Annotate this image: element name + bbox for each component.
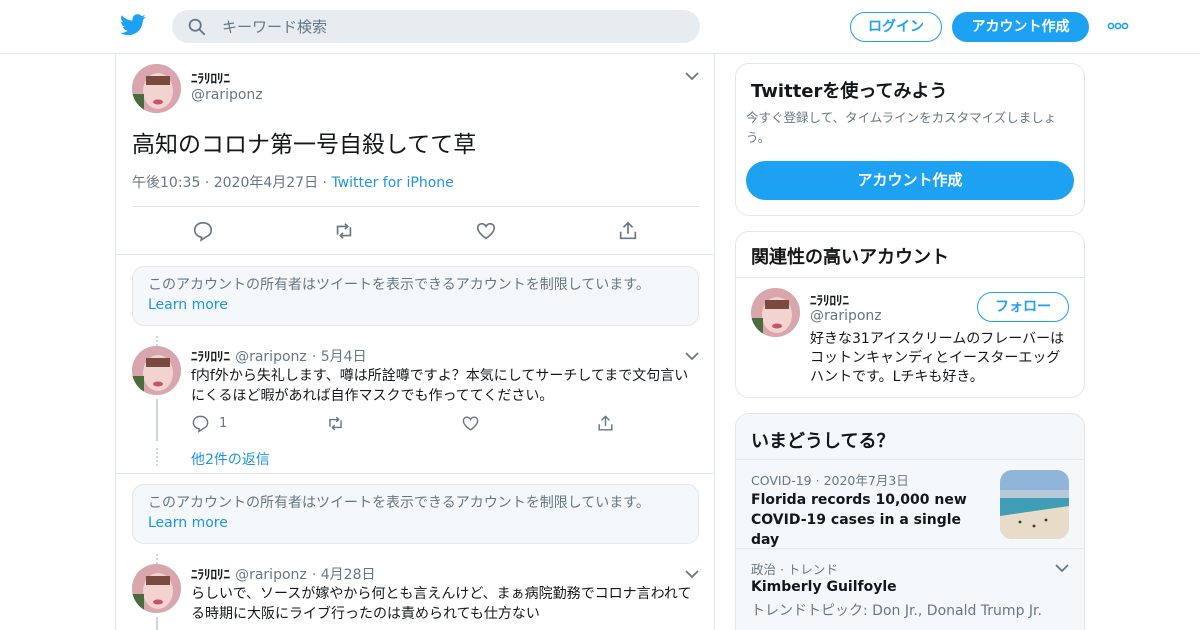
divider [132,206,700,207]
divider [736,277,1084,278]
divider [116,254,714,255]
reply-header: ﾆﾗﾘﾛﾘﾆ @rariponz · 5月4日 [191,349,367,365]
user-handle[interactable]: @rariponz [235,567,307,583]
reply-text: らしいで、ソースが嫁やから何とも言えんけど、まぁ病院勤務でコロナ言われてる時期に… [191,586,692,622]
chevron-down-icon[interactable] [684,351,700,361]
trend-category: COVID-19 [751,473,812,488]
reply-icon[interactable] [192,220,214,242]
tweet-date[interactable]: 2020年4月27日 [214,175,318,191]
tweet-time[interactable]: 午後10:35 [132,175,200,191]
chevron-down-icon[interactable] [1054,563,1070,573]
avatar[interactable] [751,288,800,337]
thread-line [156,617,158,630]
signup-card: Twitterを使ってみよう 今すぐ登録して、タイムラインをカスタマイズしましょ… [735,63,1085,216]
like-icon[interactable] [475,220,497,242]
thread-line [156,399,158,441]
learn-more-link[interactable]: Learn more [148,515,228,531]
more-replies-link[interactable]: 他2件の返信 [191,449,270,469]
divider [116,473,714,474]
share-icon[interactable] [596,414,615,433]
follow-button[interactable]: フォロー [977,292,1069,322]
chevron-down-icon[interactable] [684,569,700,579]
restricted-notice: このアカウントの所有者はツイートを表示できるアカウントを制限しています。 Lear… [132,484,699,544]
retweet-icon[interactable] [326,414,345,433]
related-accounts-card: 関連性の高いアカウント ﾆﾗﾘﾛﾘﾆ @rariponz フォロー 好きな31ア… [735,231,1085,398]
trend-topics: トレンドトピック: Don Jr., Donald Trump Jr. [751,603,1042,619]
display-name[interactable]: ﾆﾗﾘﾛﾘﾆ [191,350,230,365]
signup-card-button[interactable]: アカウント作成 [746,161,1074,200]
tweet-source[interactable]: Twitter for iPhone [331,175,453,191]
trend-context: COVID-19 · 2020年7月3日 [751,473,909,488]
avatar-photo [132,564,181,613]
trend-item[interactable]: COVID-19 · 2020年7月3日 Florida records 10,… [736,460,1084,548]
reply-count: 1 [219,416,228,431]
thread-connector [156,554,158,564]
display-name[interactable]: ﾆﾗﾘﾛﾘﾆ [191,568,230,583]
trend-item[interactable]: 政治 · トレンド Kimberly Guilfoyle トレンドトピック: D… [736,549,1084,629]
reply-date[interactable]: 4月28日 [321,567,376,583]
login-button[interactable]: ログイン [850,12,942,42]
display-name[interactable]: ﾆﾗﾘﾛﾘﾆ [810,290,849,309]
chevron-down-icon[interactable] [684,71,700,81]
twitter-bird-icon[interactable] [120,14,146,36]
search-icon [188,18,206,36]
search-box[interactable] [172,10,700,43]
avatar[interactable] [132,346,181,395]
tweet-meta: 午後10:35 · 2020年4月27日 · Twitter for iPhon… [132,175,454,191]
display-name[interactable]: ﾆﾗﾘﾛﾘﾆ [191,68,230,87]
notice-text: このアカウントの所有者はツイートを表示できるアカウントを制限しています。 [148,495,650,511]
like-icon[interactable] [461,414,480,433]
signup-card-description: 今すぐ登録して、タイムラインをカスタマイズしましょう。 [746,110,1057,145]
trend-context: 政治 · トレンド [751,562,838,577]
notice-text: このアカウントの所有者はツイートを表示できるアカウントを制限しています。 [148,277,650,293]
user-handle[interactable]: @rariponz [810,308,882,324]
avatar[interactable] [132,564,181,613]
restricted-notice: このアカウントの所有者はツイートを表示できるアカウントを制限しています。 Lear… [132,266,699,326]
signup-button[interactable]: アカウント作成 [952,12,1089,42]
share-icon[interactable] [617,220,639,242]
tweet-text: 高知のコロナ第一号自殺してて草 [132,132,477,158]
avatar-photo [132,64,181,113]
top-navigation-bar: ログイン アカウント作成 [0,0,1200,54]
signup-card-title: Twitterを使ってみよう [751,81,948,102]
avatar-photo [132,346,181,395]
trend-headline: Florida records 10,000 new COVID-19 case… [751,492,967,548]
trend-headline: Kimberly Guilfoyle [751,579,897,595]
reply-date[interactable]: 5月4日 [321,349,367,365]
trends-card-title: いまどうしてる？ [751,431,895,452]
reply-icon[interactable] [191,414,210,433]
user-handle[interactable]: @rariponz [235,349,307,365]
thread-connector [156,448,158,466]
user-handle[interactable]: @rariponz [191,87,263,103]
trends-card: いまどうしてる？ COVID-19 · 2020年7月3日 Florida re… [735,413,1085,630]
account-bio: 好きな31アイスクリームのフレーバーはコットンキャンディとイースターエッグハント… [810,331,1065,385]
reply-text: f内f外から失礼します、噂は所詮噂ですよ？本気にしてサーチしてまで文句言いにくる… [191,368,689,404]
retweet-icon[interactable] [333,220,355,242]
timeline-column: ﾆﾗﾘﾛﾘﾆ @rariponz 高知のコロナ第一号自殺してて草 午後10:35… [115,54,715,630]
avatar[interactable] [132,64,181,113]
trend-date: 2020年7月3日 [823,473,909,488]
trend-thumbnail [1000,470,1069,539]
learn-more-link[interactable]: Learn more [148,297,228,313]
related-card-title: 関連性の高いアカウント [751,247,949,268]
avatar-photo [751,288,800,337]
search-input[interactable] [222,10,682,43]
reply-header: ﾆﾗﾘﾛﾘﾆ @rariponz · 4月28日 [191,567,376,583]
thread-connector [156,336,158,346]
more-icon[interactable] [1107,18,1129,34]
